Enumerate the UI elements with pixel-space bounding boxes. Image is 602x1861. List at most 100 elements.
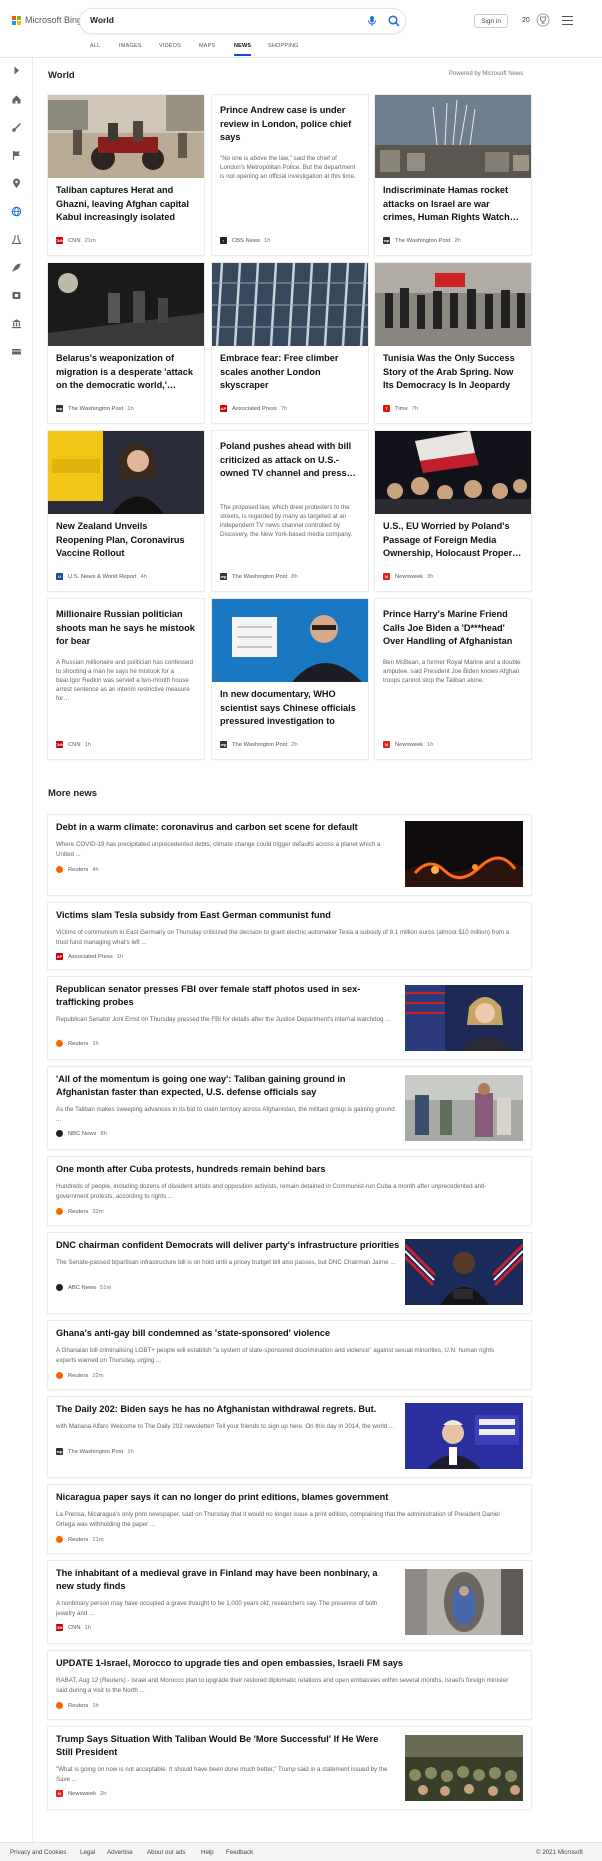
footer-link-about-ads[interactable]: About our ads [147, 1849, 186, 1856]
expand-arrow-icon[interactable] [11, 65, 22, 76]
card-title[interactable]: Prince Harry's Marine Friend Calls Joe B… [383, 608, 523, 650]
news-source[interactable]: Reuters 22m [56, 1372, 104, 1379]
news-source[interactable]: Reuters 1h [56, 1702, 99, 1709]
powered-by-label[interactable]: Powered by Microsoft News [449, 71, 523, 77]
search-icon[interactable] [387, 14, 401, 28]
card-title[interactable]: Belarus's weaponization of migration is … [56, 352, 196, 392]
news-source[interactable]: Reuters 4h [56, 866, 99, 873]
news-title[interactable]: DNC chairman confident Democrats will de… [56, 1239, 399, 1252]
card-title[interactable]: Millionaire Russian politician shoots ma… [56, 608, 196, 650]
card-title[interactable]: Taliban captures Herat and Ghazni, leavi… [56, 184, 196, 239]
footer-link-advertise[interactable]: Advertise [107, 1849, 133, 1856]
news-title[interactable]: The Daily 202: Biden says he has no Afgh… [56, 1403, 376, 1416]
tab-shopping[interactable]: SHOPPING [268, 43, 299, 49]
list-item[interactable]: Republican senator presses FBI over fema… [48, 977, 531, 1059]
rewards-count[interactable]: 20 [522, 17, 530, 24]
microphone-icon[interactable] [365, 14, 379, 28]
list-item[interactable]: The inhabitant of a medieval grave in Fi… [48, 1561, 531, 1643]
news-title[interactable]: Republican senator presses FBI over fema… [56, 983, 396, 1009]
money-icon[interactable] [11, 346, 22, 357]
search-box[interactable]: World [80, 9, 405, 33]
card-title[interactable]: U.S., EU Worried by Poland's Passage of … [383, 520, 523, 575]
news-source[interactable]: Reuters 21m [56, 1536, 104, 1543]
sports-icon[interactable] [11, 122, 22, 133]
list-item[interactable]: Nicaragua paper says it can no longer do… [48, 1485, 531, 1553]
card-title[interactable]: Embrace fear: Free climber scales anothe… [220, 352, 360, 394]
movies-icon[interactable] [11, 290, 22, 301]
card-title[interactable]: Indiscriminate Hamas rocket attacks on I… [383, 184, 523, 224]
news-source[interactable]: wp The Washington Post 1h [56, 1448, 134, 1455]
news-card[interactable]: Millionaire Russian politician shoots ma… [48, 599, 204, 759]
news-card[interactable]: Prince Harry's Marine Friend Calls Joe B… [375, 599, 531, 759]
news-title[interactable]: Ghana's anti-gay bill condemned as 'stat… [56, 1327, 330, 1340]
science-icon[interactable] [11, 234, 22, 245]
news-card[interactable]: Poland pushes ahead with bill criticized… [212, 431, 368, 591]
card-title[interactable]: New Zealand Unveils Reopening Plan, Coro… [56, 520, 196, 562]
list-item[interactable]: The Daily 202: Biden says he has no Afgh… [48, 1397, 531, 1477]
news-card[interactable]: In new documentary, WHO scientist says C… [212, 599, 368, 759]
card-source[interactable]: • CBS News 1h [220, 237, 270, 244]
card-source[interactable]: N Newsweek 1h [383, 741, 433, 748]
card-title[interactable]: Prince Andrew case is under review in Lo… [220, 104, 360, 146]
news-card[interactable]: Taliban captures Herat and Ghazni, leavi… [48, 95, 204, 255]
news-source[interactable]: ABC News 51m [56, 1284, 111, 1291]
news-title[interactable]: Debt in a warm climate: coronavirus and … [56, 821, 358, 834]
search-input[interactable]: World [90, 15, 114, 25]
tab-news[interactable]: NEWS [234, 43, 252, 56]
news-card[interactable]: Prince Andrew case is under review in Lo… [212, 95, 368, 255]
news-card[interactable]: Tunisia Was the Only Success Story of th… [375, 263, 531, 423]
news-title[interactable]: Victims slam Tesla subsidy from East Ger… [56, 909, 331, 922]
card-source[interactable]: U U.S. News & World Report 4h [56, 573, 147, 580]
footer-link-feedback[interactable]: Feedback [226, 1849, 253, 1856]
news-card[interactable]: Indiscriminate Hamas rocket attacks on I… [375, 95, 531, 255]
news-card[interactable]: Embrace fear: Free climber scales anothe… [212, 263, 368, 423]
news-title[interactable]: One month after Cuba protests, hundreds … [56, 1163, 326, 1176]
list-item[interactable]: Trump Says Situation With Taliban Would … [48, 1727, 531, 1809]
card-source[interactable]: wp The Washington Post 8h [220, 573, 298, 580]
card-source[interactable]: T Time 7h [383, 405, 418, 412]
list-item[interactable]: Victims slam Tesla subsidy from East Ger… [48, 903, 531, 969]
news-title[interactable]: Nicaragua paper says it can no longer do… [56, 1491, 388, 1504]
footer-link-legal[interactable]: Legal [80, 1849, 95, 1856]
sign-in-button[interactable]: Sign in [474, 14, 508, 28]
card-source[interactable]: CNN CNN 21m [55, 237, 96, 244]
globe-icon[interactable] [11, 206, 22, 217]
bing-logo[interactable]: Microsoft Bing [12, 15, 82, 25]
news-title[interactable]: UPDATE 1-Israel, Morocco to upgrade ties… [56, 1657, 403, 1670]
list-item[interactable]: Debt in a warm climate: coronavirus and … [48, 815, 531, 895]
tab-videos[interactable]: VIDEOS [159, 43, 181, 49]
news-source[interactable]: N Newsweek 2h [56, 1790, 106, 1797]
news-title[interactable]: Trump Says Situation With Taliban Would … [56, 1733, 396, 1759]
card-source[interactable]: wp The Washington Post 2h [220, 741, 298, 748]
list-item[interactable]: UPDATE 1-Israel, Morocco to upgrade ties… [48, 1651, 531, 1719]
news-card[interactable]: New Zealand Unveils Reopening Plan, Coro… [48, 431, 204, 591]
news-source[interactable]: CNN CNN 1h [55, 1624, 91, 1631]
footer-link-help[interactable]: Help [201, 1849, 214, 1856]
tab-all[interactable]: ALL [90, 43, 100, 49]
news-title[interactable]: The inhabitant of a medieval grave in Fi… [56, 1567, 396, 1593]
rewards-trophy-icon[interactable] [536, 13, 550, 27]
card-source[interactable]: AP Associated Press 7h [220, 405, 287, 412]
home-icon[interactable] [11, 94, 22, 105]
card-title[interactable]: Tunisia Was the Only Success Story of th… [383, 352, 523, 407]
card-source[interactable]: CNN CNN 1h [55, 741, 91, 748]
card-source[interactable]: N Newsweek 3h [383, 573, 433, 580]
news-title[interactable]: 'All of the momentum is going one way': … [56, 1073, 396, 1099]
news-card[interactable]: U.S., EU Worried by Poland's Passage of … [375, 431, 531, 591]
hamburger-menu-icon[interactable] [562, 16, 573, 25]
tab-images[interactable]: IMAGES [119, 43, 142, 49]
bank-icon[interactable] [11, 318, 22, 329]
footer-link-privacy[interactable]: Privacy and Cookies [10, 1849, 66, 1856]
list-item[interactable]: One month after Cuba protests, hundreds … [48, 1157, 531, 1225]
news-source[interactable]: NBC News 8h [56, 1130, 107, 1137]
list-item[interactable]: Ghana's anti-gay bill condemned as 'stat… [48, 1321, 531, 1389]
list-item[interactable]: 'All of the momentum is going one way': … [48, 1067, 531, 1149]
card-title[interactable]: Poland pushes ahead with bill criticized… [220, 440, 360, 495]
card-source[interactable]: wp The Washington Post 2h [383, 237, 461, 244]
news-source[interactable]: Reuters 32m [56, 1208, 104, 1215]
card-source[interactable]: wp The Washington Post 1h [56, 405, 134, 412]
rocket-icon[interactable] [11, 262, 22, 273]
news-card[interactable]: Belarus's weaponization of migration is … [48, 263, 204, 423]
flag-icon[interactable] [11, 150, 22, 161]
list-item[interactable]: DNC chairman confident Democrats will de… [48, 1233, 531, 1313]
